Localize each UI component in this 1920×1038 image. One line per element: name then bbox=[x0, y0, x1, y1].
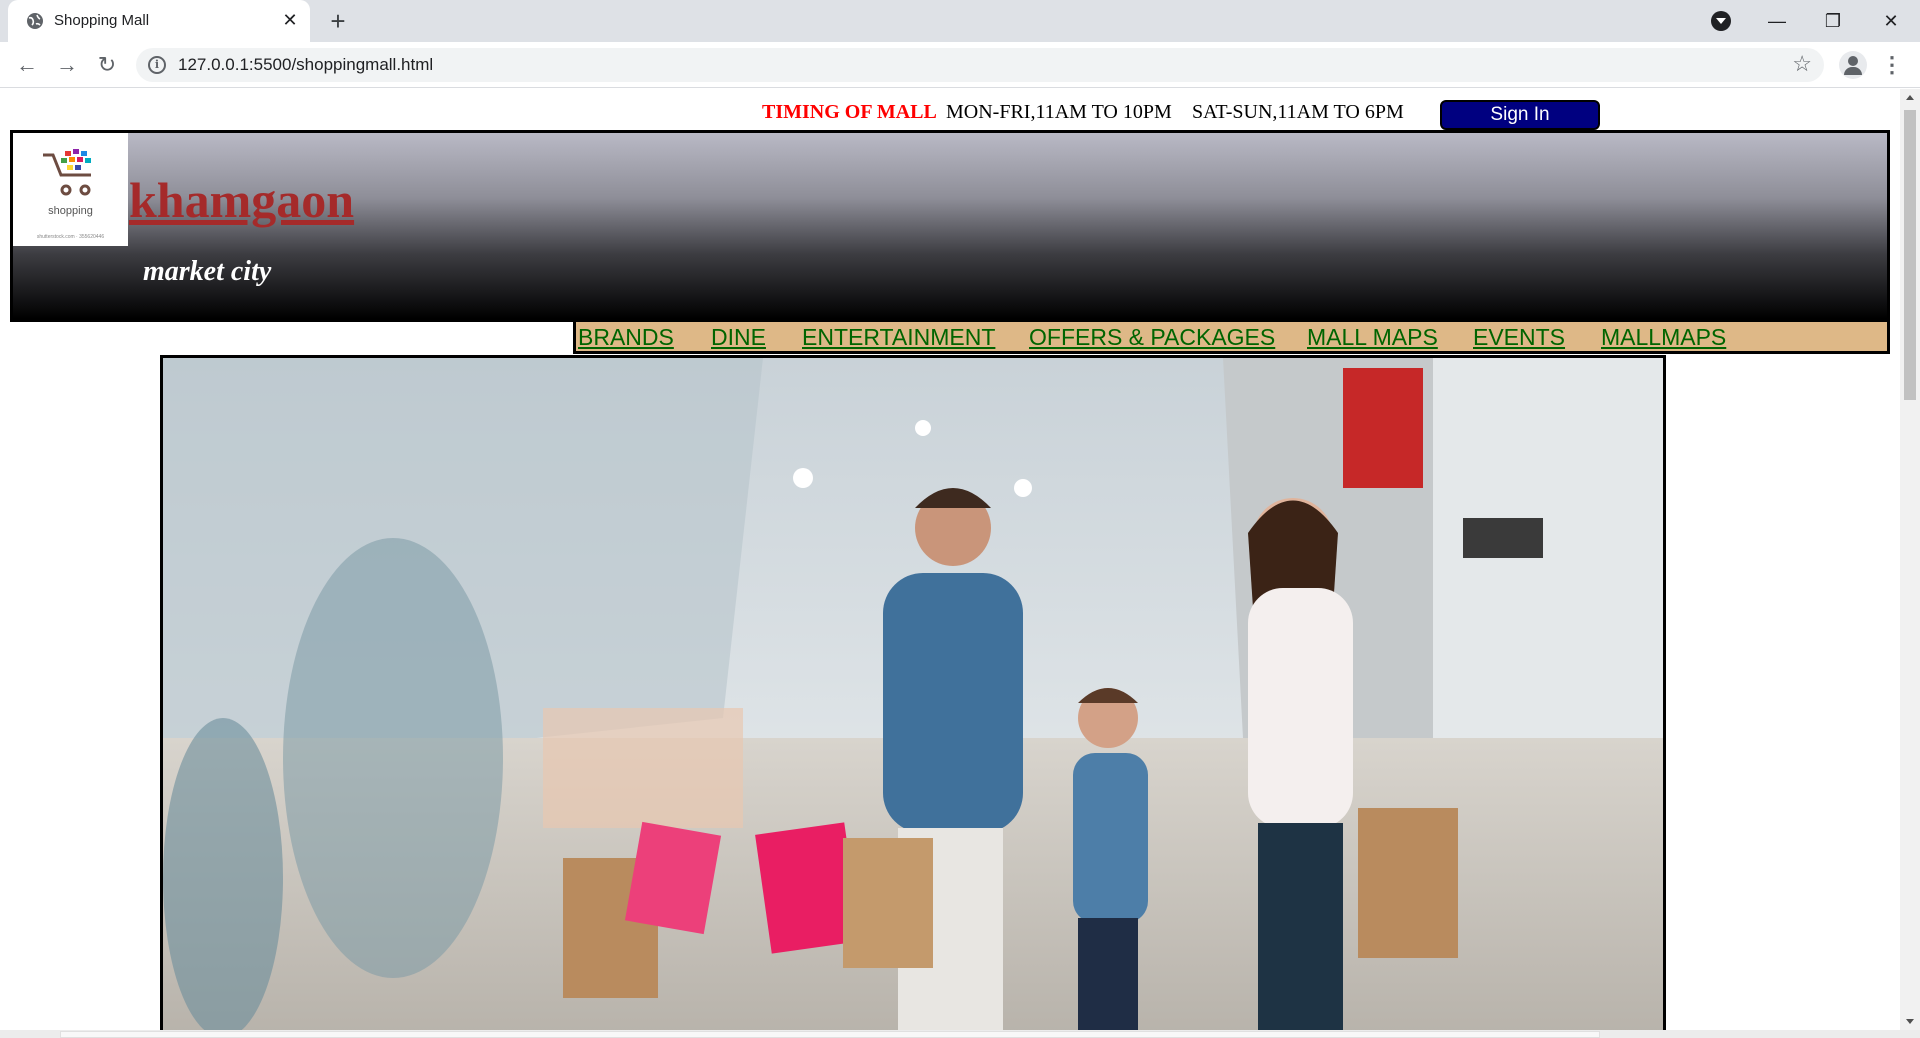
nav-link-events[interactable]: EVENTS bbox=[1473, 324, 1565, 351]
tab-search-icon[interactable] bbox=[1711, 11, 1731, 31]
scrollbar-thumb[interactable] bbox=[1904, 110, 1916, 400]
scroll-down-arrow-icon[interactable] bbox=[1906, 1019, 1914, 1024]
hero-image bbox=[160, 355, 1666, 1030]
forward-icon[interactable]: → bbox=[52, 50, 82, 80]
family-shopping-photo bbox=[163, 358, 1663, 1030]
timing-bar: TIMING OF MALL MON-FRI,11AM TO 10PM SAT-… bbox=[0, 99, 1900, 130]
url-text[interactable]: 127.0.0.1:5500/shoppingmall.html bbox=[178, 55, 433, 75]
weekday-hours: MON-FRI,11AM TO 10PM bbox=[946, 101, 1172, 123]
weekend-hours: SAT-SUN,11AM TO 6PM bbox=[1192, 101, 1404, 123]
nav-link-brands[interactable]: BRANDS bbox=[578, 324, 674, 351]
scroll-up-arrow-icon[interactable] bbox=[1906, 95, 1914, 100]
main-nav: BRANDS DINE ENTERTAINMENT OFFERS & PACKA… bbox=[573, 322, 1890, 354]
page-viewport: TIMING OF MALL MON-FRI,11AM TO 10PM SAT-… bbox=[0, 89, 1900, 1030]
reload-icon[interactable]: ↻ bbox=[92, 50, 122, 80]
site-info-icon[interactable]: i bbox=[148, 56, 166, 74]
horizontal-scrollbar-thumb[interactable] bbox=[60, 1031, 1600, 1038]
close-tab-icon[interactable]: ✕ bbox=[280, 10, 300, 30]
restore-icon[interactable]: ❐ bbox=[1818, 6, 1848, 36]
globe-icon bbox=[27, 13, 43, 29]
address-bar[interactable]: i 127.0.0.1:5500/shoppingmall.html ☆ bbox=[136, 48, 1824, 82]
minimize-icon[interactable]: — bbox=[1762, 6, 1792, 36]
timing-label: TIMING OF MALL bbox=[762, 101, 937, 123]
account-icon[interactable] bbox=[1839, 51, 1867, 79]
menu-kebab-icon[interactable]: ⋮ bbox=[1881, 51, 1903, 79]
tab-strip: Shopping Mall ✕ + — ❐ ✕ bbox=[0, 0, 1920, 42]
browser-toolbar: ← → ↻ i 127.0.0.1:5500/shoppingmall.html… bbox=[0, 42, 1920, 88]
shopping-cart-icon bbox=[43, 149, 91, 196]
vertical-scrollbar[interactable] bbox=[1900, 89, 1920, 1030]
browser-tab[interactable]: Shopping Mall ✕ bbox=[8, 0, 310, 42]
back-icon[interactable]: ← bbox=[12, 50, 42, 80]
new-tab-icon[interactable]: + bbox=[324, 7, 352, 35]
sign-in-button[interactable]: Sign In bbox=[1440, 100, 1600, 130]
tab-title: Shopping Mall bbox=[54, 12, 150, 29]
site-tagline: market city bbox=[143, 256, 272, 287]
horizontal-scrollbar[interactable] bbox=[0, 1030, 1920, 1038]
nav-link-entertainment[interactable]: ENTERTAINMENT bbox=[802, 324, 995, 351]
nav-link-mallmaps[interactable]: MALLMAPS bbox=[1601, 324, 1726, 351]
site-header: shopping shutterstock.com · 355620446 kh… bbox=[10, 130, 1890, 322]
nav-link-mall-maps[interactable]: MALL MAPS bbox=[1307, 324, 1438, 351]
nav-link-dine[interactable]: DINE bbox=[711, 324, 766, 351]
shopping-cart-logo[interactable]: shopping shutterstock.com · 355620446 bbox=[13, 133, 128, 246]
nav-link-offers-packages[interactable]: OFFERS & PACKAGES bbox=[1029, 324, 1275, 351]
site-name-link[interactable]: khamgaon bbox=[129, 171, 354, 229]
close-window-icon[interactable]: ✕ bbox=[1876, 6, 1906, 36]
logo-text: shopping bbox=[48, 205, 93, 217]
logo-watermark: shutterstock.com · 355620446 bbox=[36, 234, 105, 240]
bookmark-star-icon[interactable]: ☆ bbox=[1792, 51, 1812, 77]
